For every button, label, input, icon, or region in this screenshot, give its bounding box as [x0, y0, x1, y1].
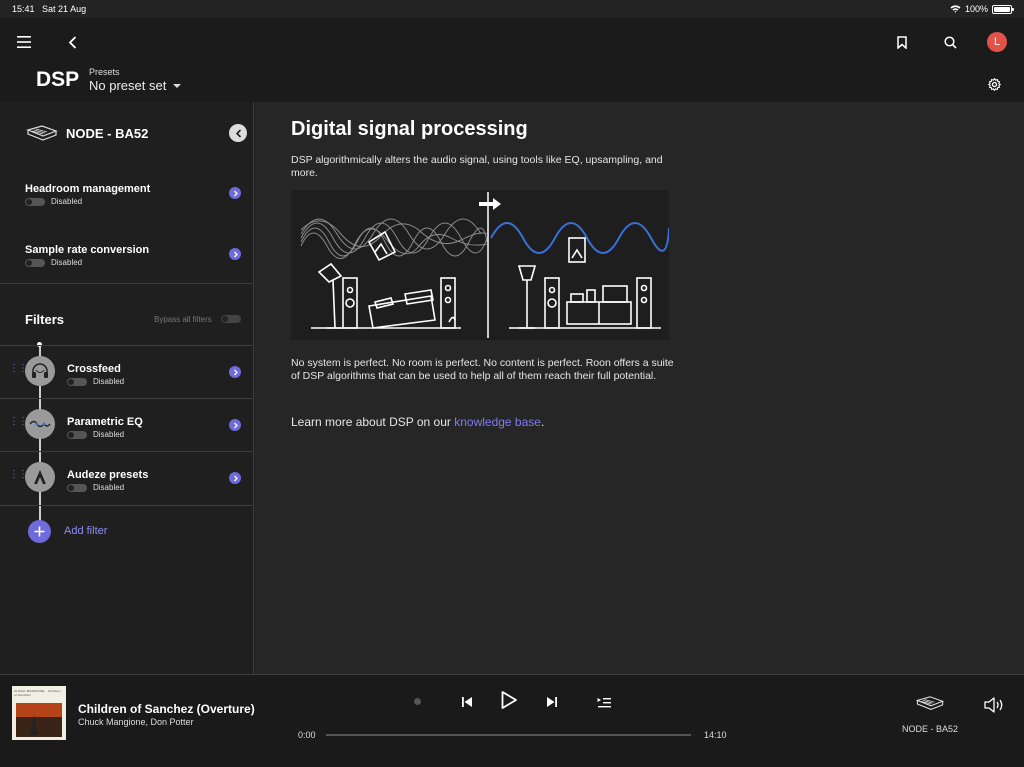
menu-icon[interactable] [10, 28, 38, 56]
next-track-icon[interactable] [538, 688, 566, 716]
filter-label: Parametric EQ [67, 416, 143, 428]
add-filter-label[interactable]: Add filter [64, 525, 107, 537]
add-filter-button[interactable] [28, 520, 51, 543]
headroom-management-state: Disabled [51, 197, 83, 206]
track-title[interactable]: Children of Sanchez (Overture) [78, 702, 255, 716]
filter-info: Crossfeed Disabled [67, 363, 124, 386]
sample-rate-conversion-chevron-icon[interactable] [229, 248, 241, 260]
bookmark-icon[interactable] [888, 28, 916, 56]
battery-icon [992, 4, 1014, 14]
learn-more-suffix: . [540, 415, 545, 429]
presets-value: No preset set [89, 78, 167, 93]
filter-item-audeze-presets[interactable]: ⋮⋮ Audeze presets Disabled [0, 451, 254, 504]
back-icon[interactable] [58, 28, 86, 56]
album-cover[interactable]: CHUCK MANGIONE · Children of Sanchez [12, 686, 66, 740]
drag-handle-icon[interactable]: ⋮⋮ [9, 364, 28, 374]
sample-rate-conversion-toggle[interactable] [25, 258, 45, 267]
now-playing-bar: CHUCK MANGIONE · Children of Sanchez Chi… [0, 674, 1024, 767]
filter-label: Audeze presets [67, 469, 149, 481]
headroom-management-label: Headroom management [25, 183, 151, 195]
queue-icon[interactable] [590, 688, 618, 716]
section-title: Digital signal processing [291, 118, 528, 140]
collapse-sidebar-button[interactable] [229, 124, 247, 142]
body-text: No system is perfect. No room is perfect… [291, 357, 674, 382]
sample-rate-conversion-label: Sample rate conversion [25, 244, 150, 256]
device-icon [26, 125, 58, 141]
presets-dropdown[interactable]: No preset set [89, 78, 182, 93]
zone-device-icon[interactable] [914, 695, 946, 713]
status-time: 15:41 [12, 4, 35, 14]
wifi-icon [950, 5, 961, 13]
dsp-info-panel: Digital signal processing DSP algorithmi… [255, 102, 1024, 674]
bypass-all-filters-label: Bypass all filters [154, 315, 212, 324]
headroom-management-toggle[interactable] [25, 197, 45, 206]
filter-label: Crossfeed [67, 363, 121, 375]
headphones-icon [25, 356, 55, 386]
album-cover-text: CHUCK MANGIONE · Children of Sanchez [14, 689, 61, 697]
filter-toggle[interactable] [67, 430, 87, 439]
filter-state: Disabled [93, 377, 125, 386]
filter-item-crossfeed[interactable]: ⋮⋮ Crossfeed Disabled [0, 345, 254, 398]
dsp-illustration [291, 190, 670, 340]
gear-icon[interactable] [980, 70, 1008, 98]
learn-more-prefix: Learn more about DSP on our [291, 415, 455, 429]
eq-curve-icon [25, 409, 55, 439]
status-indicators: 100% [950, 4, 1014, 14]
filter-state: Disabled [93, 483, 125, 492]
play-icon[interactable] [495, 686, 523, 714]
bypass-all-filters-toggle[interactable] [221, 315, 241, 323]
dsp-sidebar: NODE - BA52 Headroom management Disabled… [0, 102, 254, 674]
presets-label: Presets [89, 67, 120, 77]
chevron-right-icon[interactable] [229, 472, 241, 484]
filter-state: Disabled [93, 430, 125, 439]
chevron-right-icon[interactable] [229, 419, 241, 431]
zone-name[interactable]: NODE - BA52 [902, 724, 958, 734]
chevron-down-icon [173, 83, 182, 88]
filters-title: Filters [25, 312, 65, 327]
battery-percent: 100% [964, 4, 988, 14]
avatar-initial: L [987, 32, 1007, 52]
top-bar: L DSP Presets No preset set [0, 18, 1024, 102]
knowledge-base-link[interactable]: knowledge base [454, 415, 541, 429]
status-bar: 15:41 Sat 21 Aug 100% [0, 0, 1024, 18]
learn-more-text: Learn more about DSP on our knowledge ba… [291, 416, 711, 429]
drag-handle-icon[interactable]: ⋮⋮ [9, 470, 28, 480]
status-time-date: 15:41 Sat 21 Aug [12, 4, 86, 14]
sample-rate-conversion-row[interactable]: Sample rate conversion Disabled [25, 244, 149, 267]
device-name: NODE - BA52 [66, 126, 149, 141]
album-cover-art [16, 703, 62, 737]
filter-toggle[interactable] [67, 377, 87, 386]
filter-item-parametric-eq[interactable]: ⋮⋮ Parametric EQ Disabled [0, 398, 254, 451]
intro-text: DSP algorithmically alters the audio sig… [291, 154, 663, 179]
total-duration: 14:10 [704, 730, 727, 740]
headroom-management-row[interactable]: Headroom management Disabled [25, 183, 150, 206]
volume-icon[interactable] [981, 691, 1009, 719]
search-icon[interactable] [936, 28, 964, 56]
plus-icon [34, 526, 45, 537]
divider [0, 505, 254, 506]
filter-info: Parametric EQ Disabled [67, 416, 143, 439]
filter-info: Audeze presets Disabled [67, 469, 148, 492]
audeze-logo-icon [25, 462, 55, 492]
radio-status-dot-icon[interactable] [414, 698, 421, 705]
previous-track-icon[interactable] [453, 688, 481, 716]
track-artist[interactable]: Chuck Mangione, Don Potter [78, 717, 194, 727]
chevron-right-icon[interactable] [229, 366, 241, 378]
page-title: DSP [36, 68, 80, 91]
elapsed-time: 0:00 [298, 730, 316, 740]
seek-bar[interactable] [326, 734, 691, 736]
status-date: Sat 21 Aug [42, 4, 87, 14]
drag-handle-icon[interactable]: ⋮⋮ [9, 417, 28, 427]
filter-toggle[interactable] [67, 483, 87, 492]
sample-rate-conversion-state: Disabled [51, 258, 83, 267]
user-avatar[interactable]: L [983, 28, 1011, 56]
chevron-left-icon [235, 128, 241, 138]
headroom-management-chevron-icon[interactable] [229, 187, 241, 199]
divider [0, 283, 254, 284]
